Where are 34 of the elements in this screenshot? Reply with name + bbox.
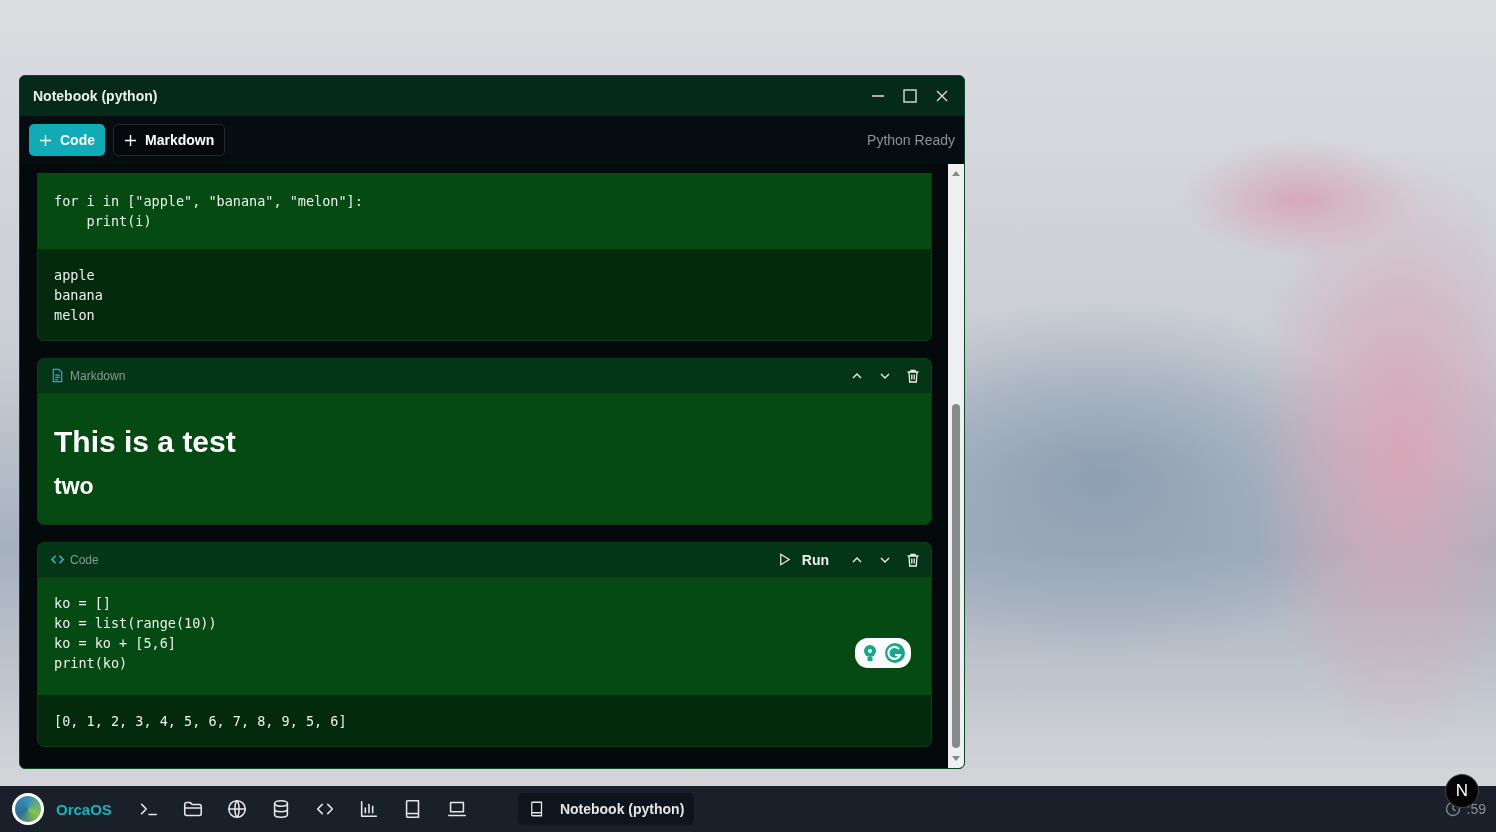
plus-icon	[124, 133, 137, 147]
add-cell-button[interactable]: Markdown	[113, 124, 226, 156]
clock-icon	[1444, 801, 1461, 817]
run-button[interactable]: Run	[776, 551, 837, 568]
code-line: for i in ["apple", "banana", "melon"]:	[54, 192, 364, 211]
code-line: print(ko)	[54, 654, 129, 673]
code-line: ko = ko + [5,6]	[54, 634, 177, 653]
code-line: ko = []	[54, 594, 112, 613]
code-line: ko = list(range(10))	[54, 614, 218, 633]
taskbar-window-button[interactable]: Notebook (python)	[517, 793, 695, 825]
assistant-widget-icon[interactable]	[855, 638, 911, 668]
output-line: melon	[54, 306, 96, 325]
code-line: print(i)	[85, 212, 153, 231]
close-icon[interactable]	[934, 88, 950, 104]
output-line: apple	[54, 266, 96, 285]
scroll-up-icon[interactable]	[951, 169, 961, 177]
trash-icon[interactable]	[905, 551, 921, 568]
globe-icon[interactable]	[225, 798, 248, 820]
output-line: banana	[54, 286, 104, 305]
output-line: [0, 1, 2, 3, 4, 5, 6, 7, 8, 9, 5, 6]	[54, 712, 348, 731]
scroll-down-icon[interactable]	[951, 755, 961, 763]
window-title: Notebook (python)	[33, 88, 159, 104]
scrollbar[interactable]	[948, 164, 964, 768]
brand-name[interactable]: OrcaOS	[56, 800, 112, 818]
cell-type-label: Code	[70, 552, 99, 567]
trash-icon[interactable]	[905, 367, 921, 384]
markdown-subheading: two	[54, 473, 95, 500]
orca-logo-icon[interactable]	[12, 793, 44, 825]
plus-icon	[39, 133, 52, 147]
kernel-status: Python Ready	[867, 132, 955, 148]
document-icon	[50, 368, 65, 383]
maximize-icon[interactable]	[902, 88, 918, 104]
markdown-heading: This is a test	[54, 424, 237, 460]
cell-type-label: Markdown	[70, 368, 126, 383]
